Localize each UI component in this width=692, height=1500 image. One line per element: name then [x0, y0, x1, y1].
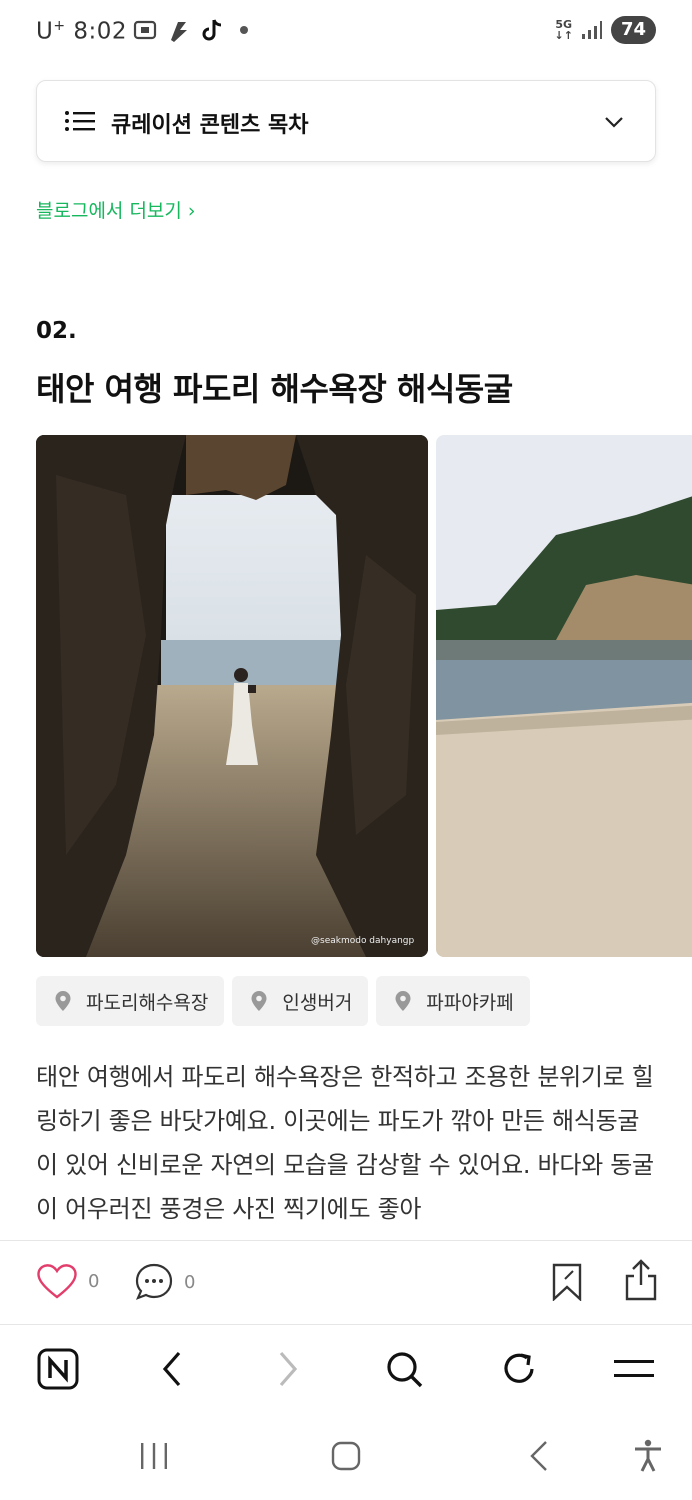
back-icon [162, 1351, 181, 1387]
post-action-bar: 0 0 [0, 1240, 692, 1324]
recents-icon[interactable] [136, 1438, 172, 1474]
cave-photo[interactable]: @seakmodo dahyangp [36, 435, 428, 957]
search-icon [387, 1352, 423, 1388]
place-tags: 파도리해수욕장 인생버거 파파야카페 [36, 976, 530, 1026]
heart-icon [37, 1264, 77, 1299]
accessibility-icon[interactable] [630, 1438, 666, 1474]
more-notifications-dot [240, 26, 248, 34]
comment-button[interactable]: 0 [134, 1262, 195, 1302]
chevron-down-icon [605, 117, 623, 128]
place-tag-label: 파파야카페 [426, 991, 514, 1014]
comment-count: 0 [184, 1271, 196, 1293]
place-tag-label: 인생버거 [282, 991, 353, 1014]
section-description: 태안 여행에서 파도리 해수욕장은 한적하고 조용한 분위기로 힐링하기 좋은 … [36, 1063, 654, 1223]
toc-label: 큐레이션 콘텐츠 목차 [111, 113, 309, 138]
forward-icon [279, 1351, 298, 1387]
naver-home-button[interactable] [36, 1347, 80, 1391]
back-button[interactable] [150, 1347, 194, 1391]
place-tag-label: 파도리해수욕장 [86, 991, 209, 1014]
carrier-sup: + [53, 18, 66, 34]
status-right: 5G ↓↑ 74 [554, 16, 656, 44]
location-pin-icon [251, 991, 267, 1011]
home-icon[interactable] [328, 1438, 364, 1474]
app-notification-icon [171, 22, 187, 42]
place-tag[interactable]: 인생버거 [232, 976, 369, 1026]
place-tag[interactable]: 파파야카페 [376, 976, 530, 1026]
clock: 8:02 [73, 18, 128, 45]
system-back-icon[interactable] [522, 1438, 558, 1474]
list-icon [65, 111, 95, 131]
location-pin-icon [395, 991, 411, 1011]
share-icon[interactable] [624, 1259, 658, 1301]
screenshot-icon [133, 20, 157, 40]
like-button[interactable]: 0 [36, 1262, 99, 1300]
location-pin-icon [55, 991, 71, 1011]
refresh-icon [504, 1353, 534, 1383]
status-bar: U+ 8:02 5G ↓↑ 74 [0, 0, 692, 64]
place-tag[interactable]: 파도리해수욕장 [36, 976, 225, 1026]
tiktok-icon [202, 19, 222, 41]
beach-photo-image [436, 435, 692, 957]
refresh-button[interactable] [497, 1347, 541, 1391]
system-nav-bar [0, 1414, 692, 1500]
battery-indicator: 74 [610, 16, 656, 44]
cave-photo-image: @seakmodo dahyangp [36, 435, 428, 957]
naver-home-icon [37, 1348, 79, 1390]
beach-photo[interactable] [436, 435, 692, 957]
search-button[interactable] [382, 1347, 426, 1391]
photo-carousel[interactable]: @seakmodo dahyangp [36, 435, 692, 957]
forward-button[interactable] [266, 1347, 310, 1391]
menu-button[interactable] [612, 1347, 656, 1391]
menu-icon [614, 1360, 654, 1377]
carrier-label: U [36, 18, 54, 45]
photo-credit: @seakmodo dahyangp [311, 936, 414, 946]
signal-icon [581, 21, 602, 39]
browser-toolbar [0, 1324, 692, 1414]
bookmark-icon[interactable] [551, 1263, 583, 1301]
blog-more-link[interactable]: 블로그에서 더보기 › [36, 196, 196, 223]
status-notification-icons [132, 16, 248, 44]
comment-icon [135, 1263, 173, 1300]
like-count: 0 [88, 1270, 100, 1292]
carrier-time: U+ 8:02 [36, 18, 127, 45]
section-title: 태안 여행 파도리 해수욕장 해식동굴 [36, 370, 513, 408]
section-number: 02. [36, 318, 77, 344]
toc-dropdown[interactable]: 큐레이션 콘텐츠 목차 [36, 80, 656, 162]
network-5g-icon: 5G ↓↑ [554, 18, 573, 42]
